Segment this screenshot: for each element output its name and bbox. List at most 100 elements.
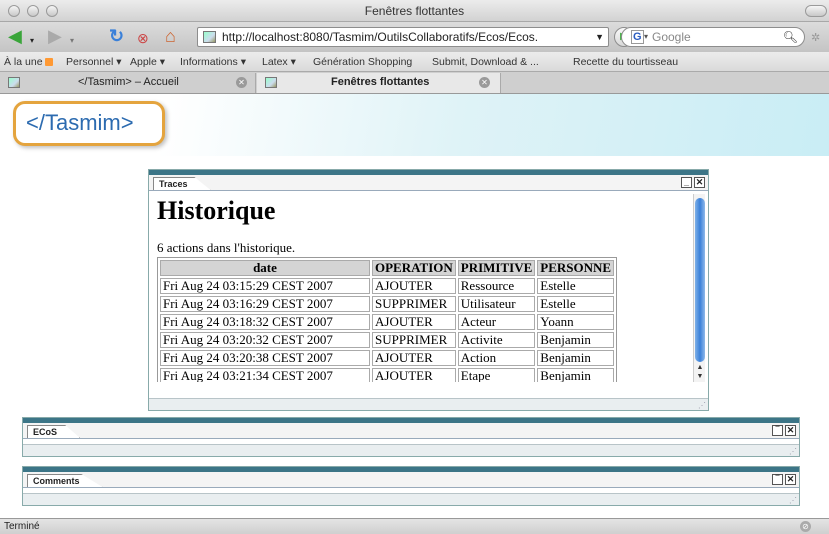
header-banner: </Tasmim> bbox=[0, 94, 829, 156]
bookmark-personnel[interactable]: Personnel ▾ bbox=[66, 56, 121, 68]
tab-bar: </Tasmim> – Accueil ✕ Fenêtres flottante… bbox=[0, 72, 829, 94]
magnifier-icon[interactable]: 🔍︎ bbox=[783, 28, 798, 46]
back-history-chevron-icon[interactable]: ▾ bbox=[30, 32, 34, 52]
history-table: date OPERATION PRIMITIVE PERSONNE Fri Au… bbox=[157, 257, 618, 382]
restore-icon[interactable]: ‾ bbox=[772, 474, 783, 485]
close-icon[interactable]: ✕ bbox=[785, 425, 796, 436]
vertical-scrollbar[interactable]: ▲ ▼ bbox=[693, 194, 705, 382]
bookmark-generation-shopping[interactable]: Génération Shopping bbox=[313, 56, 412, 68]
tab-favicon-icon bbox=[8, 77, 20, 88]
search-input[interactable]: G ▾ Google 🔍︎ bbox=[621, 27, 805, 47]
title-bar: Fenêtres flottantes bbox=[0, 0, 829, 22]
comments-window: Comments ‾ ✕ ⋰ bbox=[22, 466, 800, 506]
cell-personne: Estelle bbox=[537, 278, 615, 294]
bookmark-submit-download[interactable]: Submit, Download & ... bbox=[432, 56, 539, 68]
table-row: Fri Aug 24 03:18:32 CEST 2007 AJOUTER Ac… bbox=[160, 314, 615, 330]
history-heading: Historique bbox=[157, 196, 276, 225]
resize-grip-icon[interactable]: ⋰ bbox=[698, 401, 706, 410]
scrollbar-thumb[interactable] bbox=[695, 198, 705, 362]
navigation-toolbar: ◀ ▾ ▶ ▾ ↻ ⊗ ⌂ http://localhost:8080/Tasm… bbox=[0, 22, 829, 52]
cell-operation: SUPPRIMER bbox=[372, 296, 456, 312]
comments-window-header[interactable]: Comments ‾ ✕ bbox=[23, 472, 799, 488]
cell-personne: Benjamin bbox=[537, 332, 615, 348]
minimize-icon[interactable]: _ bbox=[681, 177, 692, 188]
cell-personne: Benjamin bbox=[537, 350, 615, 366]
cell-primitive: Utilisateur bbox=[457, 296, 536, 312]
cell-operation: AJOUTER bbox=[372, 350, 456, 366]
traces-tab[interactable]: Traces bbox=[153, 177, 211, 190]
table-row: Fri Aug 24 03:16:29 CEST 2007 SUPPRIMER … bbox=[160, 296, 615, 312]
cell-operation: AJOUTER bbox=[372, 314, 456, 330]
engine-chevron-icon[interactable]: ▾ bbox=[644, 28, 648, 46]
page-favicon-icon bbox=[203, 31, 216, 43]
column-header-operation: OPERATION bbox=[372, 260, 456, 276]
cell-primitive: Ressource bbox=[457, 278, 536, 294]
url-dropdown-icon[interactable]: ▼ bbox=[595, 28, 604, 46]
window-title: Fenêtres flottantes bbox=[364, 4, 465, 18]
home-icon[interactable]: ⌂ bbox=[165, 27, 176, 47]
table-header-row: date OPERATION PRIMITIVE PERSONNE bbox=[160, 260, 615, 276]
tasmim-logo[interactable]: </Tasmim> bbox=[13, 101, 165, 146]
scroll-up-arrow-icon[interactable]: ▲ bbox=[695, 363, 705, 372]
bookmark-latex[interactable]: Latex ▾ bbox=[262, 56, 296, 68]
tab-label: Fenêtres flottantes bbox=[331, 76, 430, 88]
cell-primitive: Etape bbox=[457, 368, 536, 382]
tab-close-icon[interactable]: ✕ bbox=[479, 77, 490, 88]
ecos-window-footer: ⋰ bbox=[23, 444, 799, 456]
cell-date: Fri Aug 24 03:20:38 CEST 2007 bbox=[160, 350, 370, 366]
url-input[interactable]: http://localhost:8080/Tasmim/OutilsColla… bbox=[197, 27, 609, 47]
bookmark-informations[interactable]: Informations ▾ bbox=[180, 56, 246, 68]
comments-window-footer: ⋰ bbox=[23, 493, 799, 505]
bookmark-recette-tourtisseau[interactable]: Recette du tourtisseau bbox=[573, 56, 678, 68]
ecos-window-header[interactable]: ECoS ‾ ✕ bbox=[23, 423, 799, 439]
cell-date: Fri Aug 24 03:18:32 CEST 2007 bbox=[160, 314, 370, 330]
close-icon[interactable]: ✕ bbox=[694, 177, 705, 188]
google-engine-icon[interactable]: G bbox=[631, 30, 644, 44]
cell-date: Fri Aug 24 03:21:34 CEST 2007 bbox=[160, 368, 370, 382]
column-header-primitive: PRIMITIVE bbox=[457, 260, 536, 276]
bookmarks-bar: À la une Personnel ▾ Apple ▾ Information… bbox=[0, 52, 829, 72]
bookmark-apple[interactable]: Apple ▾ bbox=[130, 56, 165, 68]
cell-operation: AJOUTER bbox=[372, 278, 456, 294]
resize-grip-icon[interactable]: ⋰ bbox=[789, 447, 797, 456]
tab-favicon-icon bbox=[265, 77, 277, 88]
url-text: http://localhost:8080/Tasmim/OutilsColla… bbox=[222, 30, 539, 44]
tab-fenetres-flottantes[interactable]: Fenêtres flottantes ✕ bbox=[257, 73, 501, 93]
tab-label: </Tasmim> – Accueil bbox=[78, 76, 179, 88]
traces-window-footer: ⋰ bbox=[149, 398, 708, 410]
toolbar-toggle-button[interactable] bbox=[805, 5, 827, 17]
close-icon[interactable]: ✕ bbox=[785, 474, 796, 485]
resize-grip-icon[interactable]: ⋰ bbox=[789, 496, 797, 505]
scroll-down-arrow-icon[interactable]: ▼ bbox=[695, 372, 705, 381]
cell-date: Fri Aug 24 03:20:32 CEST 2007 bbox=[160, 332, 370, 348]
tab-close-icon[interactable]: ✕ bbox=[236, 77, 247, 88]
history-count: 6 actions dans l'historique. bbox=[157, 240, 296, 255]
tab-accueil[interactable]: </Tasmim> – Accueil ✕ bbox=[0, 73, 256, 93]
status-indicator-icon: ⊘ bbox=[800, 521, 811, 532]
bookmark-a-la-une[interactable]: À la une bbox=[4, 56, 53, 68]
search-placeholder: Google bbox=[652, 30, 691, 44]
traces-window-header[interactable]: Traces _ ✕ bbox=[149, 175, 708, 191]
traces-window: Traces _ ✕ Historique 6 actions dans l'h… bbox=[148, 169, 709, 411]
table-row: Fri Aug 24 03:15:29 CEST 2007 AJOUTER Re… bbox=[160, 278, 615, 294]
reload-icon[interactable]: ↻ bbox=[109, 27, 124, 47]
rss-icon bbox=[44, 58, 53, 67]
table-row: Fri Aug 24 03:21:34 CEST 2007 AJOUTER Et… bbox=[160, 368, 615, 382]
cell-date: Fri Aug 24 03:15:29 CEST 2007 bbox=[160, 278, 370, 294]
restore-icon[interactable]: ‾ bbox=[772, 425, 783, 436]
cell-date: Fri Aug 24 03:16:29 CEST 2007 bbox=[160, 296, 370, 312]
ecos-tab[interactable]: ECoS bbox=[27, 425, 81, 438]
cell-personne: Yoann bbox=[537, 314, 615, 330]
comments-tab[interactable]: Comments bbox=[27, 474, 103, 487]
cell-personne: Benjamin bbox=[537, 368, 615, 382]
column-header-personne: PERSONNE bbox=[537, 260, 615, 276]
stop-icon[interactable]: ⊗ bbox=[137, 29, 149, 49]
back-arrow-icon[interactable]: ◀ bbox=[8, 27, 22, 47]
activity-spinner-icon: ✲ bbox=[811, 32, 821, 44]
cell-operation: SUPPRIMER bbox=[372, 332, 456, 348]
status-text: Terminé bbox=[4, 521, 40, 532]
cell-primitive: Action bbox=[457, 350, 536, 366]
forward-history-chevron-icon[interactable]: ▾ bbox=[70, 32, 74, 52]
forward-arrow-icon[interactable]: ▶ bbox=[48, 27, 62, 47]
ecos-window: ECoS ‾ ✕ ⋰ bbox=[22, 417, 800, 457]
